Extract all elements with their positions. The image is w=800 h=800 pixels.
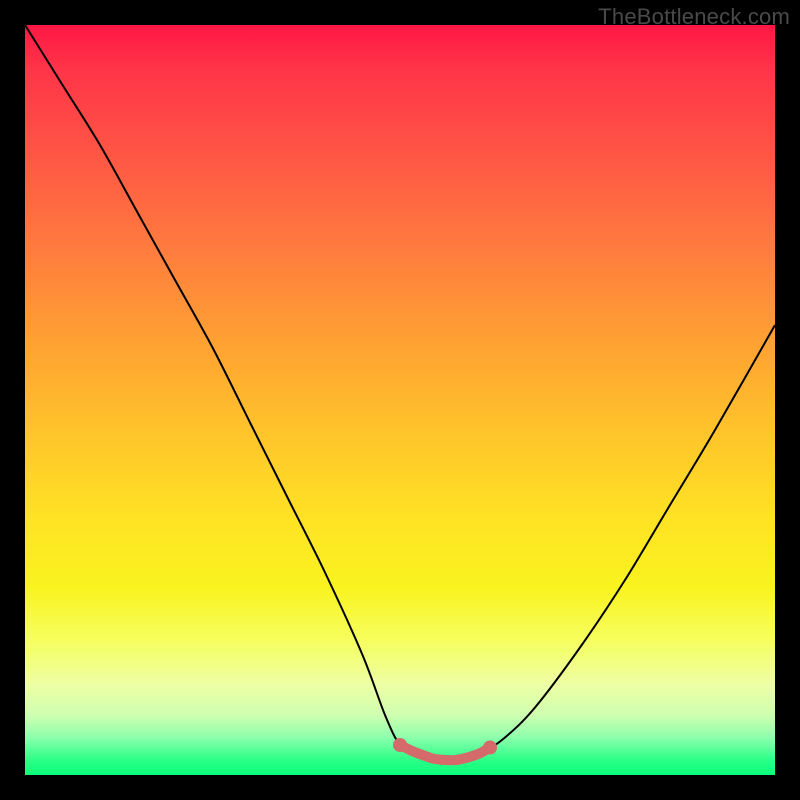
chart-frame: TheBottleneck.com	[0, 0, 800, 800]
trough-end-dot	[483, 741, 497, 755]
bottleneck-curve	[25, 25, 775, 761]
watermark-text: TheBottleneck.com	[598, 4, 790, 30]
trough-highlight	[400, 745, 490, 760]
plot-area	[25, 25, 775, 775]
curve-svg	[25, 25, 775, 775]
trough-start-dot	[393, 738, 407, 752]
